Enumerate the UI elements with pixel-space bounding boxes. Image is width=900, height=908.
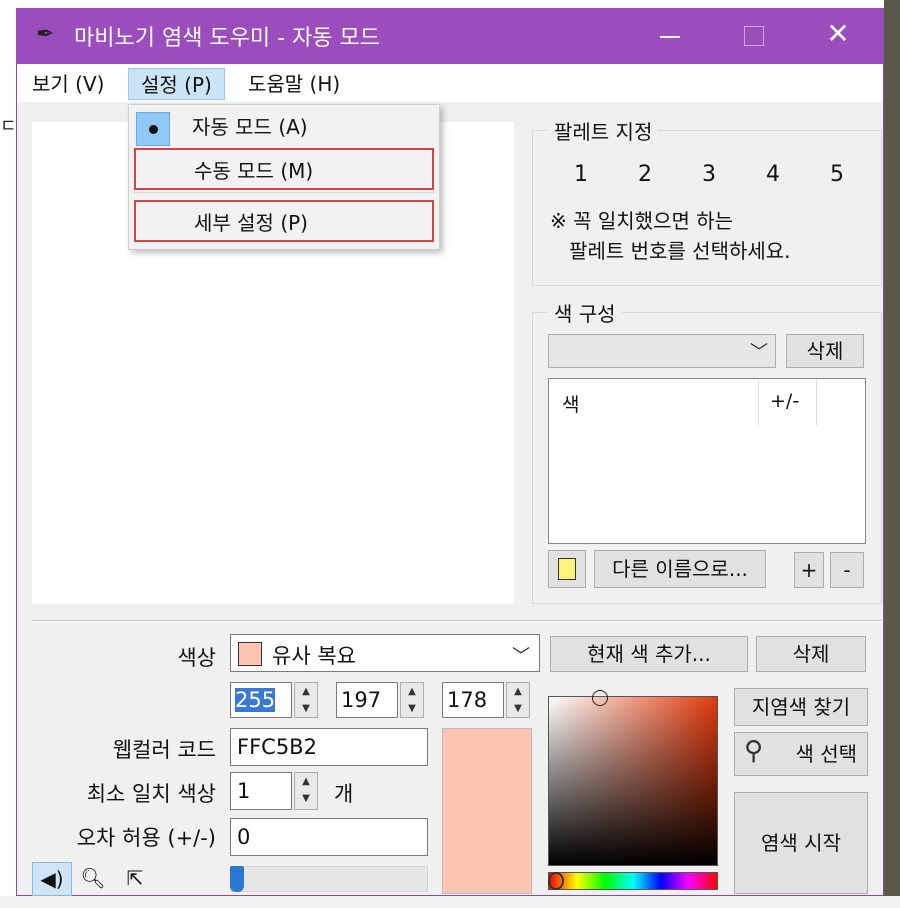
column-header-color[interactable]: 색 [562,390,579,417]
palette-number-1[interactable]: 1 [574,162,588,187]
window-title: 마비노기 염색 도우미 - 자동 모드 [74,26,381,51]
blue-input[interactable]: 178 [442,682,504,718]
maximize-button[interactable] [720,10,784,58]
hue-slider-knob[interactable] [548,872,564,890]
background-text: ㄷ [0,116,17,137]
background-right [884,0,900,908]
background-bottom [0,896,900,908]
menu-settings[interactable]: 설정 (P) [128,68,225,100]
palette-number-2[interactable]: 2 [638,162,652,187]
delete-set-button[interactable]: 삭제 [786,334,864,368]
menu-view[interactable]: 보기 (V) [20,68,116,100]
min-match-stepper[interactable]: ▲ ▼ [294,772,318,810]
menu-help[interactable]: 도움말 (H) [236,68,352,100]
green-input[interactable]: 197 [336,682,398,718]
pointer-icon[interactable]: ⇱ [116,862,154,896]
tolerance-input[interactable]: 0 [230,818,428,856]
add-button[interactable]: + [794,552,824,588]
eyedropper-icon: ⚲ [744,736,764,766]
palette-note: ※ 꼭 일치했으면 하는 팔레트 번호를 선택하세요. [550,209,791,263]
color-label: 색상 [177,646,216,670]
red-input[interactable]: 255 [230,682,292,718]
web-color-label: 웹컬러 코드 [112,738,216,762]
hue-value: 유사 복요 [272,644,356,668]
red-value: 255 [235,688,276,712]
close-button[interactable]: ✕ [806,10,870,58]
count-unit-label: 개 [334,782,354,806]
min-match-input[interactable]: 1 [230,772,292,810]
remove-button[interactable]: - [830,552,864,588]
new-file-icon [558,558,576,580]
minimize-button[interactable] [636,10,700,58]
brush-icon: ✒ [36,22,55,47]
color-set-group-label: 색 구성 [548,298,622,327]
palette-number-3[interactable]: 3 [702,162,716,187]
add-current-color-button[interactable]: 현재 색 추가... [550,636,748,672]
palette-number-4[interactable]: 4 [766,162,780,187]
red-stepper[interactable]: ▲ ▼ [294,682,318,718]
web-color-input[interactable]: FFC5B2 [230,728,428,766]
column-header-plusminus[interactable]: +/- [770,390,799,412]
delete-color-button[interactable]: 삭제 [756,636,866,672]
column-divider [816,380,817,426]
color-preview-swatch [442,728,532,894]
save-as-button[interactable]: 다른 이름으로... [594,550,766,588]
hue-slider[interactable] [548,872,718,890]
menu-item-auto-mode[interactable]: 자동 모드 (A) [134,106,434,148]
tolerance-label: 오차 허용 (+/-) [76,826,216,850]
palette-number-5[interactable]: 5 [830,162,844,187]
color-list[interactable] [548,378,866,544]
blue-stepper[interactable]: ▲ ▼ [506,682,530,718]
tolerance-slider[interactable] [230,866,428,892]
color-set-dropdown[interactable] [548,334,776,368]
find-dye-button[interactable]: 지염색 찾기 [734,688,868,726]
chevron-down-icon: ﹀ [512,646,530,667]
color-picker-area[interactable] [548,696,718,866]
hue-swatch [238,642,262,666]
menu-item-detail-settings[interactable]: 세부 설정 (P) [134,200,434,242]
speaker-icon[interactable]: ◀) [32,862,72,896]
chevron-down-icon: ﹀ [750,342,768,363]
section-divider [32,620,882,622]
menu-item-manual-mode[interactable]: 수동 모드 (M) [134,148,434,190]
palette-group-label: 팔레트 지정 [548,116,659,145]
column-divider [758,380,759,426]
green-stepper[interactable]: ▲ ▼ [400,682,424,718]
picker-cursor[interactable] [592,690,608,706]
menu-separator [134,192,434,193]
magnifier-icon[interactable]: 🔍︎ [74,862,112,896]
tolerance-slider-thumb[interactable] [230,866,244,892]
start-dye-button[interactable]: 염색 시작 [734,792,868,894]
min-match-label: 최소 일치 색상 [86,782,216,806]
